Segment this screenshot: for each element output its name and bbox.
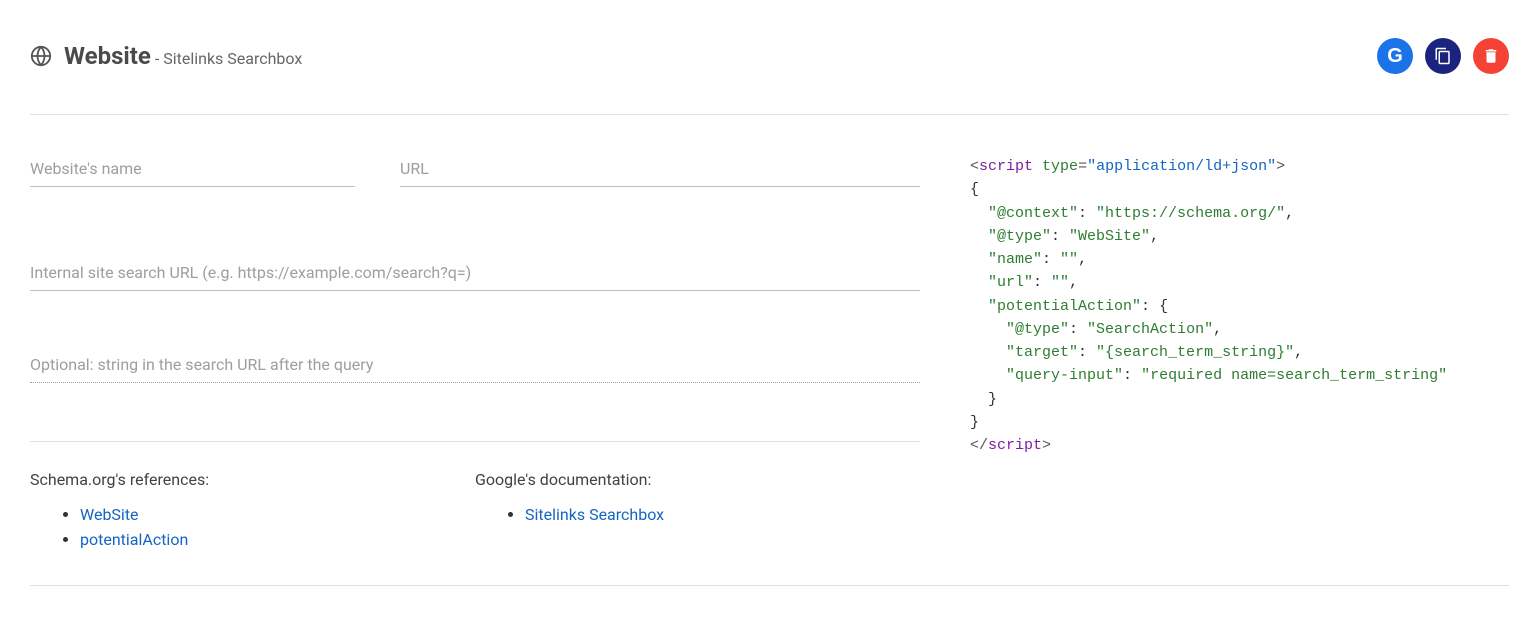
globe-icon	[30, 45, 52, 67]
copy-icon	[1434, 47, 1452, 65]
header: Website - Sitelinks Searchbox G	[30, 0, 1509, 115]
copy-button[interactable]	[1425, 38, 1461, 74]
website-ref-link[interactable]: WebSite	[80, 505, 139, 524]
trash-icon	[1482, 47, 1500, 65]
delete-button[interactable]	[1473, 38, 1509, 74]
website-name-input[interactable]	[30, 153, 355, 187]
google-test-button[interactable]: G	[1377, 38, 1413, 74]
header-actions: G	[1377, 38, 1509, 74]
form-column: Schema.org's references: WebSite potenti…	[30, 153, 920, 555]
list-item: Sitelinks Searchbox	[525, 505, 920, 524]
url-input[interactable]	[400, 153, 920, 187]
search-url-input[interactable]	[30, 257, 920, 291]
title-sub: - Sitelinks Searchbox	[155, 49, 302, 68]
optional-suffix-input[interactable]	[30, 349, 920, 383]
list-item: WebSite	[80, 505, 475, 524]
google-g-icon: G	[1387, 45, 1403, 68]
title-main: Website	[64, 42, 151, 70]
google-docs-heading: Google's documentation:	[475, 470, 920, 489]
potentialaction-ref-link[interactable]: potentialAction	[80, 530, 188, 549]
header-left: Website - Sitelinks Searchbox	[30, 42, 302, 70]
code-preview: <script type="application/ld+json"> { "@…	[970, 153, 1509, 555]
sitelinks-doc-link[interactable]: Sitelinks Searchbox	[525, 505, 664, 524]
footer-divider	[30, 585, 1509, 586]
list-item: potentialAction	[80, 530, 475, 549]
schema-refs-heading: Schema.org's references:	[30, 470, 475, 489]
page-title: Website - Sitelinks Searchbox	[64, 42, 302, 70]
references: Schema.org's references: WebSite potenti…	[30, 441, 920, 555]
